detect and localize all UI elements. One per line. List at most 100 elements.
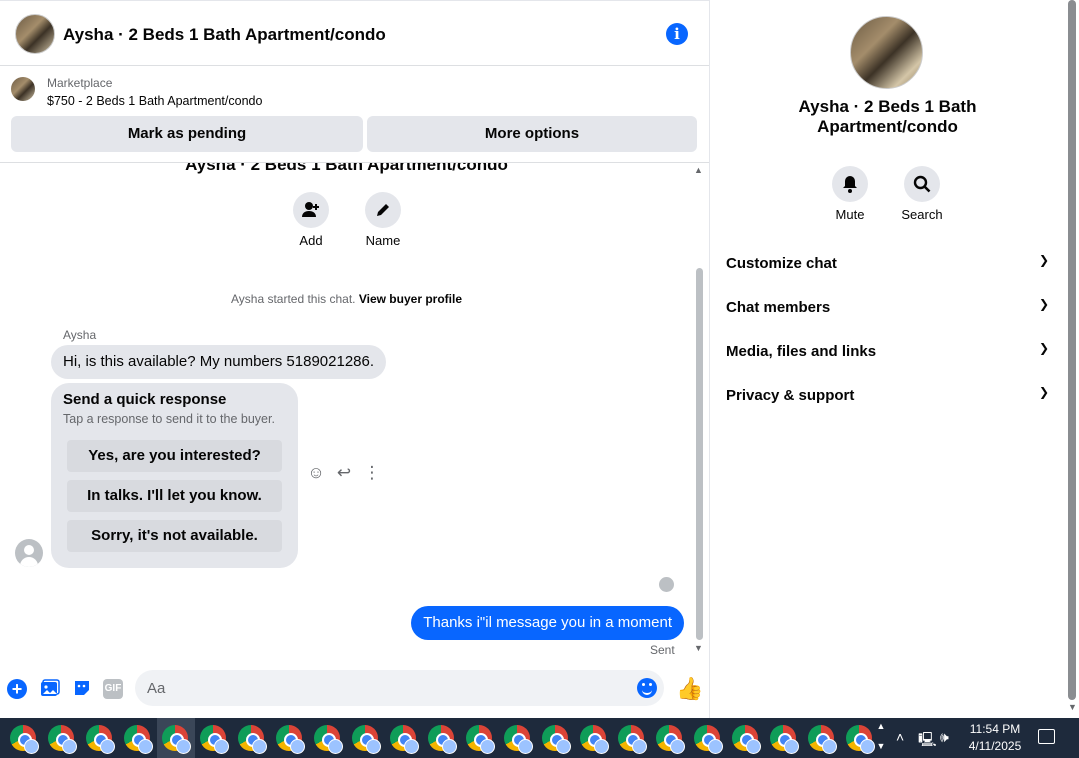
message-actions: ☺ ↩ ⋮ <box>307 463 381 483</box>
quick-response-yes[interactable]: Yes, are you interested? <box>67 440 282 472</box>
gif-icon[interactable]: GIF <box>103 679 123 699</box>
chat-pane: Aysha · 2 Beds 1 Bath Apartment/condo i … <box>0 0 710 718</box>
listing-price-title[interactable]: $750 - 2 Beds 1 Bath Apartment/condo <box>47 94 262 108</box>
quick-response-not-available[interactable]: Sorry, it's not available. <box>67 520 282 552</box>
more-icon[interactable]: ⋮ <box>363 463 381 483</box>
search-icon <box>913 175 931 193</box>
scroll-down-icon[interactable]: ▼ <box>694 643 703 653</box>
thumbs-up-icon[interactable]: 👍 <box>676 676 703 702</box>
listing-banner: Marketplace $750 - 2 Beds 1 Bath Apartme… <box>0 67 709 163</box>
chrome-profile-icon[interactable] <box>732 725 761 754</box>
chrome-profile-icon[interactable] <box>124 725 153 754</box>
scroll-up-icon[interactable]: ▲ <box>694 165 703 175</box>
listing-thumbnail[interactable] <box>11 77 35 101</box>
chat-scrollbar[interactable]: ▲ ▼ <box>693 163 705 655</box>
chrome-profile-icon[interactable] <box>10 725 39 754</box>
add-people-button[interactable] <box>293 192 329 228</box>
chevron-down-icon: ❯ <box>1038 253 1049 267</box>
photo-icon[interactable] <box>40 679 60 699</box>
clock[interactable]: 11:54 PM 4/11/2025 <box>955 721 1035 755</box>
plus-icon[interactable]: + <box>7 679 27 699</box>
conversation-avatar[interactable] <box>15 14 55 54</box>
info-icon[interactable]: i <box>666 23 688 45</box>
quick-response-subtitle: Tap a response to send it to the buyer. <box>63 412 275 426</box>
chrome-profile-icon[interactable] <box>238 725 267 754</box>
profile-avatar[interactable] <box>850 16 923 89</box>
sent-status: Sent <box>650 643 675 657</box>
chrome-profile-icon[interactable] <box>542 725 571 754</box>
seen-indicator-avatar <box>659 577 674 592</box>
scroll-down-icon[interactable]: ▼ <box>1068 702 1077 712</box>
media-files-links-section[interactable]: Media, files and links ❯ <box>726 331 1049 371</box>
search-button[interactable] <box>904 166 940 202</box>
chevron-up-icon[interactable]: ▲ <box>873 721 889 731</box>
message-list: Aysha · 2 Beds 1 Bath Apartment/condo Ad… <box>0 163 693 663</box>
clock-date: 4/11/2025 <box>968 739 1022 753</box>
chrome-profile-icon[interactable] <box>770 725 799 754</box>
windows-taskbar: ▲ ▼ ˄ 🖳 🕪 11:54 PM 4/11/2025 <box>0 718 1079 758</box>
buyer-avatar[interactable] <box>15 539 43 567</box>
emoji-icon[interactable] <box>637 678 657 698</box>
chrome-profile-icon[interactable] <box>656 725 685 754</box>
privacy-support-section[interactable]: Privacy & support ❯ <box>726 375 1049 415</box>
chat-title[interactable]: Aysha · 2 Beds 1 Bath Apartment/condo <box>63 25 386 45</box>
edit-name-button[interactable] <box>365 192 401 228</box>
quick-response-card: Send a quick response Tap a response to … <box>51 383 298 568</box>
chrome-profile-icon[interactable] <box>808 725 837 754</box>
chrome-profile-icon[interactable] <box>162 725 191 754</box>
bell-icon <box>843 176 857 193</box>
section-title: Chat members <box>726 299 831 316</box>
chrome-profile-icon[interactable] <box>314 725 343 754</box>
view-buyer-profile-link[interactable]: View buyer profile <box>359 292 462 306</box>
chrome-profile-icon[interactable] <box>200 725 229 754</box>
sticker-icon[interactable] <box>72 679 92 699</box>
chrome-profile-icon[interactable] <box>466 725 495 754</box>
customize-chat-section[interactable]: Customize chat ❯ <box>726 243 1049 283</box>
pencil-icon <box>377 204 389 216</box>
message-input[interactable] <box>135 670 664 706</box>
page-scroll-thumb[interactable] <box>1068 0 1076 700</box>
mark-as-pending-button[interactable]: Mark as pending <box>11 116 363 152</box>
chrome-profile-icon[interactable] <box>48 725 77 754</box>
name-label: Name <box>365 233 401 248</box>
outgoing-message[interactable]: Thanks i"il message you in a moment <box>411 606 684 640</box>
chrome-profile-icon[interactable] <box>428 725 457 754</box>
listing-label: Marketplace <box>47 76 113 90</box>
chrome-profile-icon[interactable] <box>390 725 419 754</box>
chrome-profile-icon[interactable] <box>618 725 647 754</box>
chrome-profile-icon[interactable] <box>86 725 115 754</box>
network-icon[interactable]: 🖳 <box>918 729 937 753</box>
chrome-profile-icon[interactable] <box>846 725 875 754</box>
mute-button[interactable] <box>832 166 868 202</box>
add-label: Add <box>299 233 323 248</box>
chevron-down-icon[interactable]: ▼ <box>873 741 889 751</box>
chrome-profile-icon[interactable] <box>504 725 533 754</box>
started-text: Aysha started this chat. <box>230 292 356 306</box>
more-options-button[interactable]: More options <box>367 116 697 152</box>
chrome-profile-icon[interactable] <box>580 725 609 754</box>
sender-name: Aysha <box>63 328 97 342</box>
chat-members-section[interactable]: Chat members ❯ <box>726 287 1049 327</box>
reply-icon[interactable]: ↩ <box>335 463 353 483</box>
volume-icon[interactable]: 🕪 <box>940 729 949 746</box>
mute-label: Mute <box>835 207 865 222</box>
notification-center-icon[interactable] <box>1038 729 1055 744</box>
quick-response-title: Send a quick response <box>63 391 227 408</box>
show-hidden-icons-icon[interactable]: ˄ <box>896 729 904 745</box>
chrome-profile-icon[interactable] <box>352 725 381 754</box>
conversation-heading: Aysha · 2 Beds 1 Bath Apartment/condo <box>185 163 508 174</box>
chevron-down-icon: ❯ <box>1038 297 1049 311</box>
chat-scroll-thumb[interactable] <box>696 268 703 640</box>
incoming-message[interactable]: Hi, is this available? My numbers 518902… <box>51 345 387 379</box>
search-label: Search <box>901 207 943 222</box>
taskbar-scroll[interactable]: ▲ ▼ <box>873 718 889 758</box>
page-scrollbar[interactable]: ▼ <box>1064 0 1079 718</box>
chat-header: Aysha · 2 Beds 1 Bath Apartment/condo i <box>0 0 709 66</box>
conversation-info-panel: Aysha · 2 Beds 1 Bath Apartment/condo Mu… <box>711 0 1064 718</box>
profile-name: Aysha · 2 Beds 1 Bath Apartment/condo <box>798 97 977 136</box>
clock-time: 11:54 PM <box>969 722 1021 736</box>
quick-response-in-talks[interactable]: In talks. I'll let you know. <box>67 480 282 512</box>
react-icon[interactable]: ☺ <box>307 463 325 483</box>
chrome-profile-icon[interactable] <box>694 725 723 754</box>
chrome-profile-icon[interactable] <box>276 725 305 754</box>
